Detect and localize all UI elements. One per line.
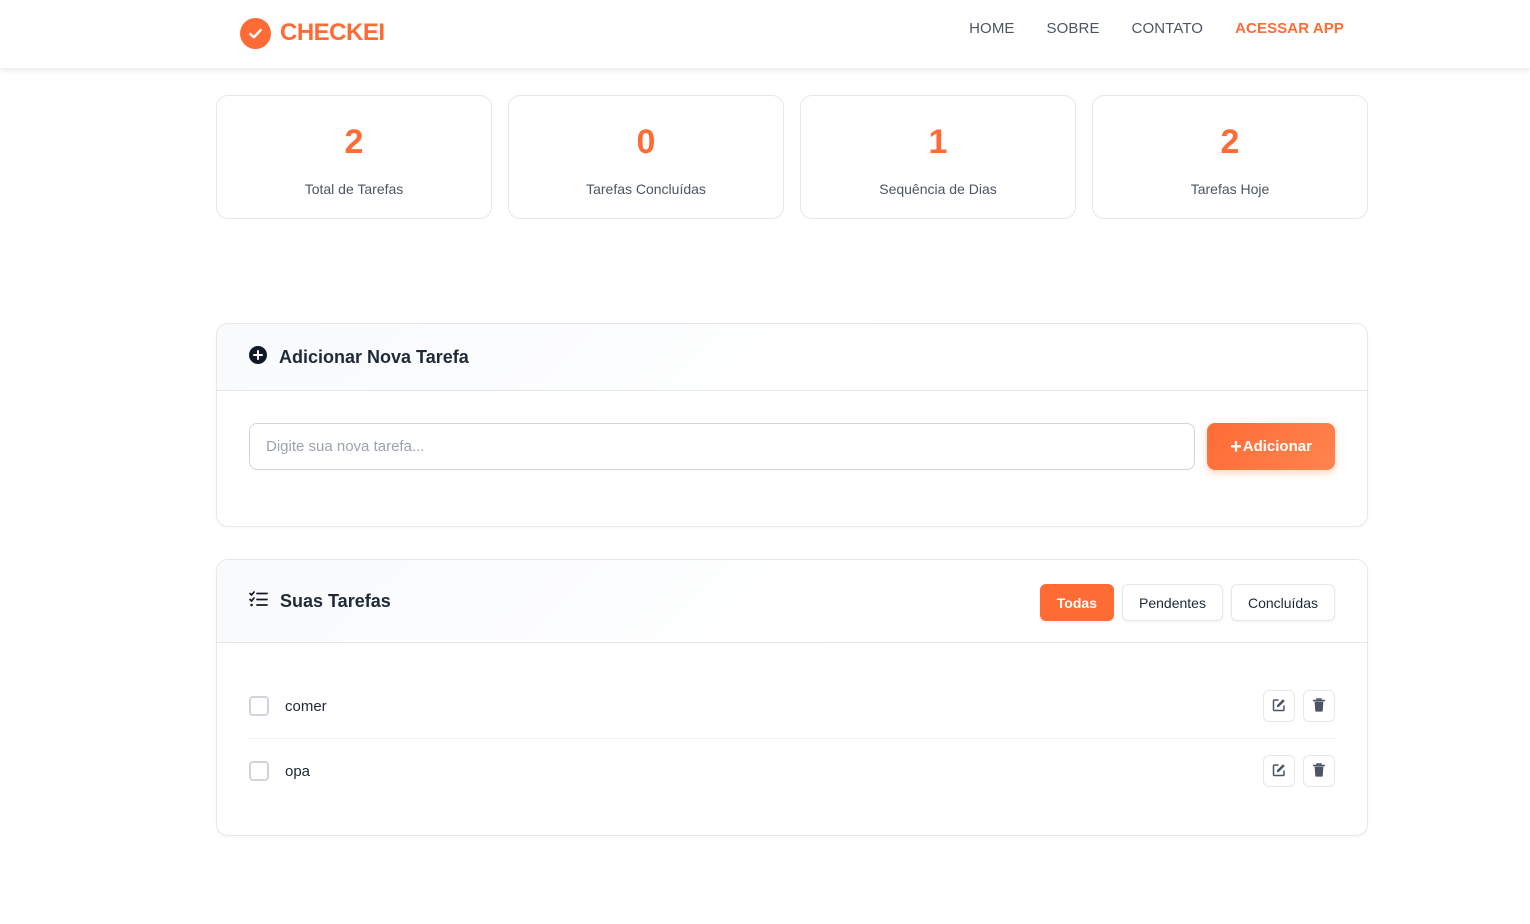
stat-label: Tarefas Concluídas bbox=[586, 181, 706, 197]
plus-circle-icon bbox=[249, 345, 267, 369]
add-task-title: Adicionar Nova Tarefa bbox=[279, 346, 469, 367]
filter-todas[interactable]: Todas bbox=[1039, 584, 1114, 621]
edit-icon bbox=[1272, 698, 1286, 715]
add-task-button-label: Adicionar bbox=[1242, 438, 1312, 455]
task-item: comer bbox=[249, 674, 1335, 738]
logo-link[interactable]: CHECKEI bbox=[240, 17, 385, 49]
new-task-input[interactable] bbox=[249, 423, 1195, 470]
task-checkbox[interactable] bbox=[249, 696, 269, 716]
nav-acessar-app[interactable]: ACESSAR APP bbox=[1235, 19, 1344, 39]
stat-value: 0 bbox=[636, 123, 656, 161]
edit-task-button[interactable] bbox=[1263, 690, 1295, 722]
tasks-header: Suas Tarefas Todas Pendentes Concluídas bbox=[217, 560, 1367, 643]
edit-icon bbox=[1272, 763, 1286, 780]
filter-pendentes[interactable]: Pendentes bbox=[1122, 584, 1223, 621]
task-list: comer opa bbox=[249, 674, 1335, 803]
stat-card-completed: 0 Tarefas Concluídas bbox=[508, 95, 784, 219]
stat-card-total: 2 Total de Tarefas bbox=[216, 95, 492, 219]
task-actions bbox=[1263, 690, 1335, 722]
add-task-header: Adicionar Nova Tarefa bbox=[217, 324, 1367, 391]
delete-task-button[interactable] bbox=[1303, 690, 1335, 722]
nav-sobre[interactable]: SOBRE bbox=[1047, 19, 1100, 39]
tasks-card: Suas Tarefas Todas Pendentes Concluídas … bbox=[216, 559, 1368, 836]
add-task-body: + Adicionar bbox=[217, 391, 1367, 526]
stat-label: Sequência de Dias bbox=[879, 181, 997, 197]
checklist-icon bbox=[249, 590, 268, 612]
task-text: opa bbox=[285, 762, 311, 780]
task-filters: Todas Pendentes Concluídas bbox=[1039, 584, 1335, 621]
task-text: comer bbox=[285, 697, 327, 715]
top-navbar: CHECKEI HOME SOBRE CONTATO ACESSAR APP bbox=[0, 0, 1530, 68]
delete-task-button[interactable] bbox=[1303, 755, 1335, 787]
edit-task-button[interactable] bbox=[1263, 755, 1295, 787]
nav-contato[interactable]: CONTATO bbox=[1132, 19, 1204, 39]
logo-text: CHECKEI bbox=[280, 19, 385, 46]
stats-section: 2 Total de Tarefas 0 Tarefas Concluídas … bbox=[216, 95, 1368, 219]
add-task-card: Adicionar Nova Tarefa + Adicionar bbox=[216, 323, 1368, 527]
main-nav: HOME SOBRE CONTATO ACESSAR APP bbox=[969, 19, 1344, 39]
filter-concluidas[interactable]: Concluídas bbox=[1230, 584, 1335, 621]
add-task-button[interactable]: + Adicionar bbox=[1207, 423, 1335, 470]
task-item: opa bbox=[249, 738, 1335, 803]
check-circle-icon bbox=[240, 17, 271, 49]
stat-value: 2 bbox=[1220, 123, 1240, 161]
plus-icon: + bbox=[1230, 435, 1242, 458]
stat-card-streak: 1 Sequência de Dias bbox=[800, 95, 1076, 219]
task-checkbox[interactable] bbox=[249, 761, 269, 781]
stat-label: Tarefas Hoje bbox=[1190, 181, 1270, 197]
trash-icon bbox=[1312, 762, 1326, 780]
stat-value: 1 bbox=[928, 123, 948, 161]
stat-card-today: 2 Tarefas Hoje bbox=[1092, 95, 1368, 219]
stat-label: Total de Tarefas bbox=[304, 181, 404, 197]
tasks-title: Suas Tarefas bbox=[280, 590, 391, 611]
task-actions bbox=[1263, 755, 1335, 787]
nav-home[interactable]: HOME bbox=[969, 19, 1014, 39]
trash-icon bbox=[1312, 697, 1326, 715]
stat-value: 2 bbox=[344, 123, 364, 161]
